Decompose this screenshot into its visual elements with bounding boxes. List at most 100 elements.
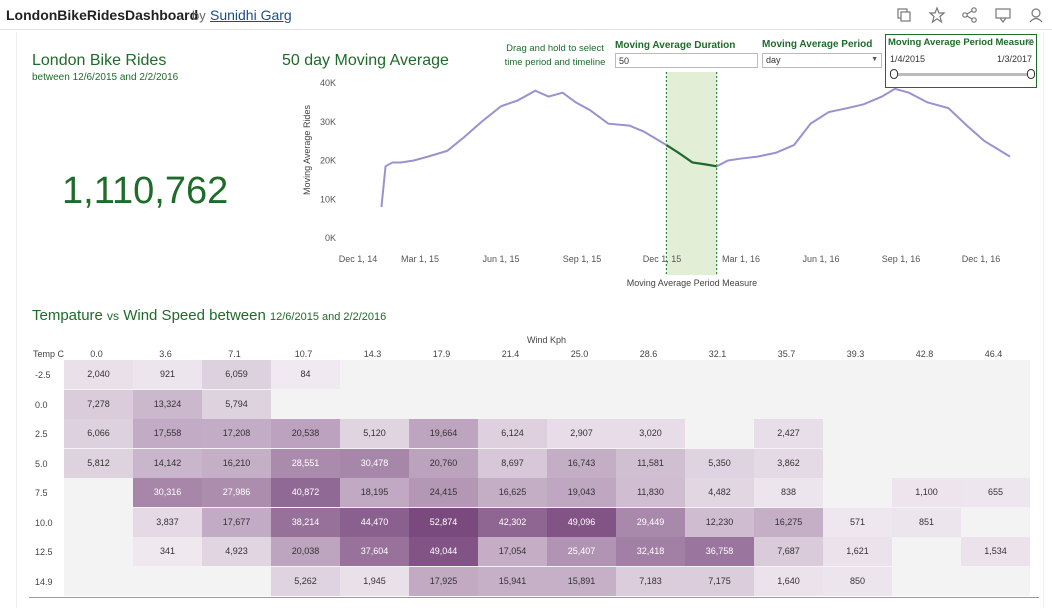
heatmap-cell[interactable]: 3,862 (754, 448, 823, 478)
heatmap-cell[interactable]: 24,415 (409, 478, 478, 507)
heatmap-cell[interactable]: 7,175 (685, 566, 754, 596)
heatmap-cell[interactable]: 1,621 (823, 537, 892, 566)
moving-average-chart[interactable]: 0K 10K 20K 30K 40K Dec 1, 14 Mar 1, 15 Jun 1, 1… (272, 72, 1012, 292)
heatmap-title-vs: vs (107, 309, 120, 323)
heatmap-cell[interactable]: 838 (754, 478, 823, 507)
heatmap-column-header: 14.3 (363, 349, 382, 359)
heatmap-cell[interactable]: 30,478 (340, 448, 409, 478)
heatmap-baseline (29, 597, 1039, 598)
heatmap-cell[interactable]: 6,124 (478, 419, 547, 448)
heatmap-cell[interactable]: 36,758 (685, 537, 754, 566)
heatmap-cell[interactable]: 17,677 (202, 507, 271, 537)
heatmap-cell[interactable]: 5,794 (202, 389, 271, 419)
heatmap-column-header: 42.8 (915, 349, 934, 359)
author-link[interactable]: Sunidhi Garg (210, 7, 292, 23)
heatmap-cell[interactable]: 4,482 (685, 478, 754, 507)
heatmap-cell[interactable]: 13,324 (133, 389, 202, 419)
heatmap-cell[interactable]: 5,812 (64, 448, 133, 478)
duration-input[interactable] (615, 53, 758, 68)
share-icon[interactable] (961, 6, 979, 24)
heatmap-cell[interactable]: 921 (133, 360, 202, 389)
heatmap-cell[interactable]: 17,558 (133, 419, 202, 448)
heatmap-cell[interactable]: 15,891 (547, 566, 616, 596)
heatmap-cell[interactable]: 1,640 (754, 566, 823, 596)
heatmap-cell[interactable]: 5,262 (271, 566, 340, 596)
heatmap-cell[interactable]: 7,687 (754, 537, 823, 566)
heatmap-cell[interactable]: 2,907 (547, 419, 616, 448)
heatmap-cell[interactable]: 40,872 (271, 478, 340, 507)
y-tick-label: 20K (320, 156, 336, 166)
heatmap-cell[interactable]: 42,302 (478, 507, 547, 537)
duration-label: Moving Average Duration (615, 40, 736, 51)
heatmap-cell[interactable]: 1,534 (961, 537, 1030, 566)
heatmap-cell[interactable]: 11,581 (616, 448, 685, 478)
heatmap-row-header: 7.5 (35, 488, 48, 498)
heatmap-cell[interactable]: 19,664 (409, 419, 478, 448)
heatmap-cell[interactable]: 16,625 (478, 478, 547, 507)
heatmap-cell[interactable]: 8,697 (478, 448, 547, 478)
heatmap-cell[interactable]: 7,278 (64, 389, 133, 419)
heatmap-cell[interactable]: 25,407 (547, 537, 616, 566)
heatmap-cell[interactable]: 27,986 (202, 478, 271, 507)
heatmap-cell[interactable]: 29,449 (616, 507, 685, 537)
heatmap-cell[interactable]: 1,100 (892, 478, 961, 507)
y-tick-label: 40K (320, 78, 336, 88)
account-icon[interactable] (1027, 6, 1045, 24)
heatmap-cell[interactable]: 44,470 (340, 507, 409, 537)
heatmap-cell[interactable]: 655 (961, 478, 1030, 507)
heatmap-cell[interactable]: 17,054 (478, 537, 547, 566)
heatmap-cell[interactable]: 18,195 (340, 478, 409, 507)
heatmap-cell[interactable]: 1,945 (340, 566, 409, 596)
y-tick-label: 30K (320, 117, 336, 127)
heatmap-cell[interactable]: 4,923 (202, 537, 271, 566)
heatmap-cell[interactable]: 14,142 (133, 448, 202, 478)
heatmap-cell[interactable]: 20,038 (271, 537, 340, 566)
dashboard-title: LondonBikeRidesDashboard (6, 7, 199, 23)
heatmap-cell[interactable]: 15,941 (478, 566, 547, 596)
heatmap-row-header: -2.5 (35, 370, 51, 380)
heatmap-cell[interactable]: 11,830 (616, 478, 685, 507)
heatmap-cell[interactable]: 16,275 (754, 507, 823, 537)
period-select[interactable]: day ▼ (762, 53, 882, 68)
heatmap-cell[interactable]: 2,427 (754, 419, 823, 448)
heatmap-cell[interactable]: 3,020 (616, 419, 685, 448)
heatmap-cell[interactable]: 17,925 (409, 566, 478, 596)
y-tick-label: 10K (320, 194, 336, 204)
heatmap-cell[interactable]: 49,044 (409, 537, 478, 566)
heatmap-title-part1: Tempature (32, 307, 103, 324)
heatmap-cell[interactable]: 20,760 (409, 448, 478, 478)
heatmap-cell[interactable]: 28,551 (271, 448, 340, 478)
range-handle-end[interactable] (1027, 69, 1035, 79)
heatmap-cell[interactable]: 16,210 (202, 448, 271, 478)
heatmap-cell[interactable]: 341 (133, 537, 202, 566)
heatmap-cell[interactable]: 84 (271, 360, 340, 389)
heatmap-cell[interactable]: 38,214 (271, 507, 340, 537)
heatmap-column-header: 28.6 (639, 349, 658, 359)
heatmap-cell[interactable]: 12,230 (685, 507, 754, 537)
heatmap-cell[interactable]: 571 (823, 507, 892, 537)
heatmap-cell[interactable]: 16,743 (547, 448, 616, 478)
heatmap-cell[interactable]: 5,120 (340, 419, 409, 448)
heatmap-cell[interactable]: 37,604 (340, 537, 409, 566)
heatmap-cell[interactable]: 17,208 (202, 419, 271, 448)
heatmap-cell[interactable]: 850 (823, 566, 892, 596)
heatmap-cell[interactable]: 30,316 (133, 478, 202, 507)
heatmap-cell[interactable]: 6,059 (202, 360, 271, 389)
heatmap-cell[interactable]: 5,350 (685, 448, 754, 478)
heatmap-cell[interactable]: 32,418 (616, 537, 685, 566)
copy-icon[interactable] (895, 6, 913, 24)
heatmap-cell[interactable]: 49,096 (547, 507, 616, 537)
download-icon[interactable] (994, 6, 1012, 24)
heatmap-cell[interactable]: 19,043 (547, 478, 616, 507)
heatmap-column-header: 25.0 (570, 349, 589, 359)
heatmap-cell[interactable]: 20,538 (271, 419, 340, 448)
heatmap-cell[interactable]: 52,874 (409, 507, 478, 537)
heatmap-cell[interactable]: 3,837 (133, 507, 202, 537)
star-icon[interactable] (928, 6, 946, 24)
heatmap-cell[interactable]: 2,040 (64, 360, 133, 389)
heatmap-cell[interactable]: 851 (892, 507, 961, 537)
filter-icon[interactable]: ⛛ (1025, 37, 1033, 48)
heatmap-cell[interactable]: 7,183 (616, 566, 685, 596)
kpi-subtitle: between 12/6/2015 and 2/2/2016 (32, 72, 179, 83)
heatmap-cell[interactable]: 6,066 (64, 419, 133, 448)
